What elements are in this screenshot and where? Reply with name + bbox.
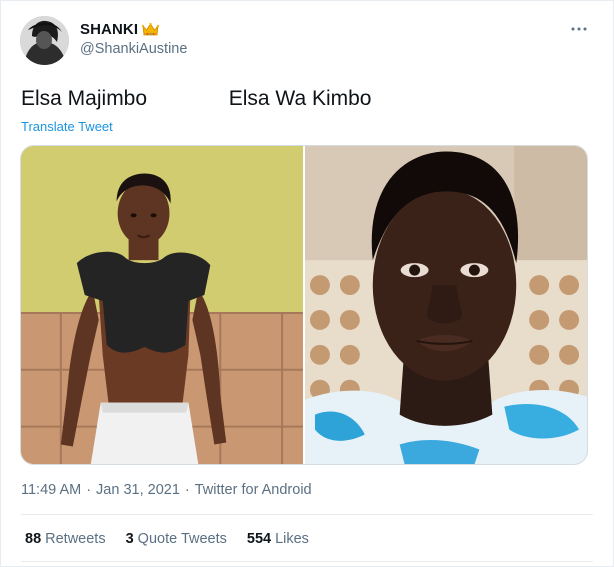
quote-tweets-count: 3 [125, 531, 134, 547]
display-name[interactable]: SHANKI [80, 21, 138, 38]
more-options-button[interactable] [567, 19, 591, 39]
tweet-source[interactable]: Twitter for Android [195, 482, 312, 498]
ellipsis-icon [571, 27, 587, 31]
display-name-row[interactable]: SHANKI [80, 21, 160, 38]
likes-stat[interactable]: 554 Likes [247, 531, 309, 547]
crown-icon [142, 22, 160, 36]
photo-left[interactable] [21, 146, 303, 464]
avatar[interactable] [20, 16, 69, 65]
tweet-time[interactable]: 11:49 AM [21, 482, 81, 498]
tweet-meta: 11:49 AM · Jan 31, 2021 · Twitter for An… [21, 482, 312, 498]
tweet-card: SHANKI @ShankiAustine Elsa Majimbo Elsa [0, 0, 614, 567]
tweet-stats: 88 Retweets 3 Quote Tweets 554 Likes [25, 531, 309, 547]
translate-tweet-link[interactable]: Translate Tweet [21, 119, 113, 134]
quote-tweets-label: Quote Tweets [137, 531, 227, 547]
user-handle[interactable]: @ShankiAustine [80, 41, 187, 57]
photo-right[interactable] [305, 146, 587, 464]
tweet-date[interactable]: Jan 31, 2021 [96, 482, 180, 498]
meta-separator: · [184, 482, 190, 498]
tweet-text: Elsa Majimbo Elsa Wa Kimbo [21, 87, 372, 110]
quote-tweets-stat[interactable]: 3 Quote Tweets [126, 531, 227, 547]
retweets-count: 88 [25, 531, 42, 547]
likes-label: Likes [275, 531, 309, 547]
likes-count: 554 [246, 531, 272, 547]
media-grid [20, 145, 588, 465]
meta-separator: · [86, 482, 92, 498]
retweets-stat[interactable]: 88 Retweets [25, 531, 106, 547]
retweets-label: Retweets [45, 531, 106, 547]
portrait-photo-right-image [305, 146, 587, 464]
divider [21, 514, 593, 515]
divider [21, 561, 593, 562]
portrait-photo-left-image [21, 146, 303, 464]
